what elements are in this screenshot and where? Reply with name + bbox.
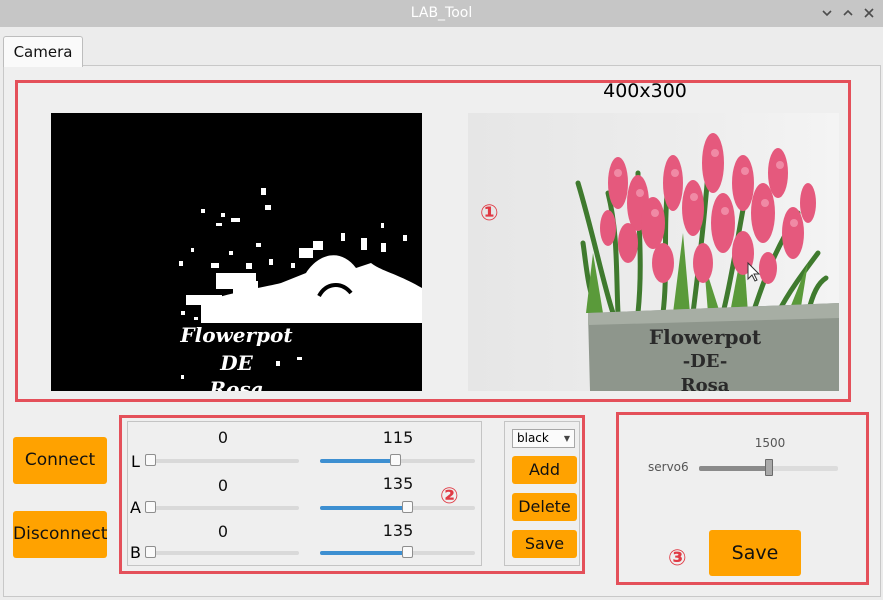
- l-max-slider[interactable]: [320, 454, 475, 466]
- disconnect-button[interactable]: Disconnect: [13, 511, 107, 558]
- b-min-slider-handle[interactable]: [145, 546, 156, 558]
- window-title: LAB_Tool: [410, 5, 473, 21]
- b-max-slider[interactable]: [320, 546, 475, 558]
- a-min-slider[interactable]: [145, 501, 299, 513]
- a-max-slider-fill: [320, 506, 407, 510]
- b-max-value: 135: [382, 521, 414, 540]
- l-min-value: 0: [217, 428, 229, 447]
- resolution-label: 400x300: [603, 80, 687, 102]
- l-max-slider-handle[interactable]: [389, 454, 401, 466]
- servo-slider-handle[interactable]: [764, 459, 773, 476]
- l-min-slider-handle[interactable]: [145, 454, 156, 466]
- a-max-slider-handle[interactable]: [401, 501, 413, 513]
- mask-image-view: Flowerpot DE Rosa: [51, 113, 422, 391]
- mask-text-line-2: DE: [220, 351, 253, 375]
- annotation-marker-2: ②: [440, 484, 459, 509]
- servo-value: 1500: [754, 436, 786, 450]
- servo-label: servo6: [648, 460, 689, 474]
- a-min-slider-handle[interactable]: [145, 501, 156, 513]
- a-max-value: 135: [382, 474, 414, 493]
- b-min-slider[interactable]: [145, 546, 299, 558]
- b-max-slider-fill: [320, 551, 407, 555]
- chevron-up-icon[interactable]: [839, 4, 857, 22]
- servo-slider-fill: [699, 466, 769, 471]
- close-icon[interactable]: [860, 4, 878, 22]
- color-select[interactable]: black ▼: [512, 429, 575, 448]
- save-color-button[interactable]: Save: [512, 530, 577, 558]
- flowerpot-photo-graphic: [575, 133, 839, 391]
- mask-text-line-1: Flowerpot: [180, 323, 293, 347]
- a-min-value: 0: [217, 476, 229, 495]
- chevron-down-icon: ▼: [563, 434, 570, 443]
- title-bar: LAB_Tool: [0, 0, 883, 27]
- a-channel-label: A: [130, 498, 141, 517]
- tab-camera[interactable]: Camera: [3, 36, 83, 67]
- chevron-down-icon[interactable]: [818, 4, 836, 22]
- lab-slider-group: [127, 421, 482, 566]
- b-max-slider-handle[interactable]: [401, 546, 413, 558]
- mask-blobs-graphic: [179, 188, 422, 379]
- add-button[interactable]: Add: [512, 456, 577, 484]
- l-max-value: 115: [382, 428, 414, 447]
- connect-button[interactable]: Connect: [13, 437, 107, 484]
- l-min-slider[interactable]: [145, 454, 299, 466]
- pot-text-line-1: Flowerpot: [648, 325, 762, 349]
- pot-text-line-3: Rosa: [680, 375, 730, 391]
- save-servo-button[interactable]: Save: [709, 530, 801, 576]
- pot-text-line-2: -DE-: [682, 351, 728, 372]
- servo-slider[interactable]: [699, 459, 838, 476]
- color-select-value: black: [517, 431, 549, 445]
- l-channel-label: L: [131, 452, 140, 471]
- camera-image-view: Flowerpot -DE- Rosa: [468, 113, 839, 391]
- delete-button[interactable]: Delete: [512, 493, 577, 521]
- b-channel-label: B: [130, 543, 141, 562]
- mask-text-line-3: Rosa: [209, 377, 264, 391]
- annotation-marker-3: ③: [668, 546, 687, 571]
- b-min-value: 0: [217, 522, 229, 541]
- annotation-marker-1: ①: [480, 201, 499, 226]
- l-max-slider-fill: [320, 459, 395, 463]
